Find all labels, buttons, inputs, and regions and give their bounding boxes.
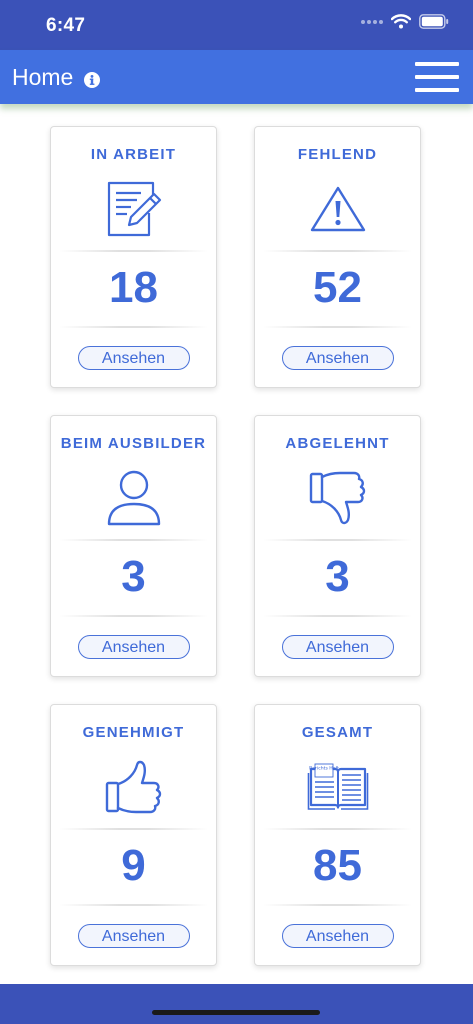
card-title: GENEHMIGT (82, 724, 185, 741)
divider (263, 904, 412, 906)
warning-icon (306, 177, 370, 241)
home-indicator[interactable] (152, 1010, 320, 1015)
divider (263, 539, 412, 541)
battery-icon (419, 14, 449, 29)
view-button[interactable]: Ansehen (281, 346, 394, 370)
card-title: FEHLEND (297, 146, 378, 163)
status-time: 6:47 (46, 15, 86, 36)
hamburger-menu-button[interactable] (415, 62, 459, 92)
wifi-icon (391, 14, 411, 29)
card-count: 3 (121, 552, 146, 601)
card-gesamt: GESAMT Berichts Heft 85 Ansehen (254, 704, 421, 966)
card-in-arbeit: IN ARBEIT 18 Ansehen (50, 126, 217, 388)
divider (263, 615, 412, 617)
divider (59, 828, 208, 830)
status-bar: 6:47 (0, 0, 473, 50)
status-icons (361, 14, 449, 29)
card-count: 9 (121, 841, 146, 890)
view-button[interactable]: Ansehen (281, 635, 394, 659)
card-title: ABGELEHNT (285, 435, 390, 452)
book-icon: Berichts Heft (306, 755, 370, 819)
card-abgelehnt: ABGELEHNT 3 Ansehen (254, 415, 421, 677)
divider (59, 539, 208, 541)
view-button[interactable]: Ansehen (77, 635, 190, 659)
menu-line (415, 88, 459, 92)
divider (59, 250, 208, 252)
view-button[interactable]: Ansehen (281, 924, 394, 948)
divider (59, 904, 208, 906)
card-title: BEIM AUSBILDER (60, 435, 207, 452)
divider (263, 250, 412, 252)
card-count: 85 (313, 841, 362, 890)
document-edit-icon (102, 177, 166, 241)
person-icon (102, 466, 166, 530)
cellular-signal-icon (361, 19, 383, 24)
card-fehlend: FEHLEND 52 Ansehen (254, 126, 421, 388)
divider (263, 326, 412, 328)
card-title: GESAMT (301, 724, 374, 741)
page-title: Home (12, 64, 74, 90)
thumbs-up-icon (102, 755, 166, 819)
card-count: 18 (109, 263, 158, 312)
card-count: 52 (313, 263, 362, 312)
divider (59, 615, 208, 617)
book-label-text: Berichts Heft (309, 766, 339, 772)
card-genehmigt: GENEHMIGT 9 Ansehen (50, 704, 217, 966)
app-bar: Home (0, 50, 473, 104)
info-icon[interactable] (84, 72, 100, 88)
thumbs-down-icon (306, 466, 370, 530)
card-count: 3 (325, 552, 350, 601)
view-button[interactable]: Ansehen (77, 346, 190, 370)
view-button[interactable]: Ansehen (77, 924, 190, 948)
menu-line (415, 75, 459, 79)
divider (59, 326, 208, 328)
divider (263, 828, 412, 830)
menu-line (415, 62, 459, 66)
card-beim-ausbilder: BEIM AUSBILDER 3 Ansehen (50, 415, 217, 677)
card-title: IN ARBEIT (90, 146, 177, 163)
bottom-bar (0, 984, 473, 1024)
